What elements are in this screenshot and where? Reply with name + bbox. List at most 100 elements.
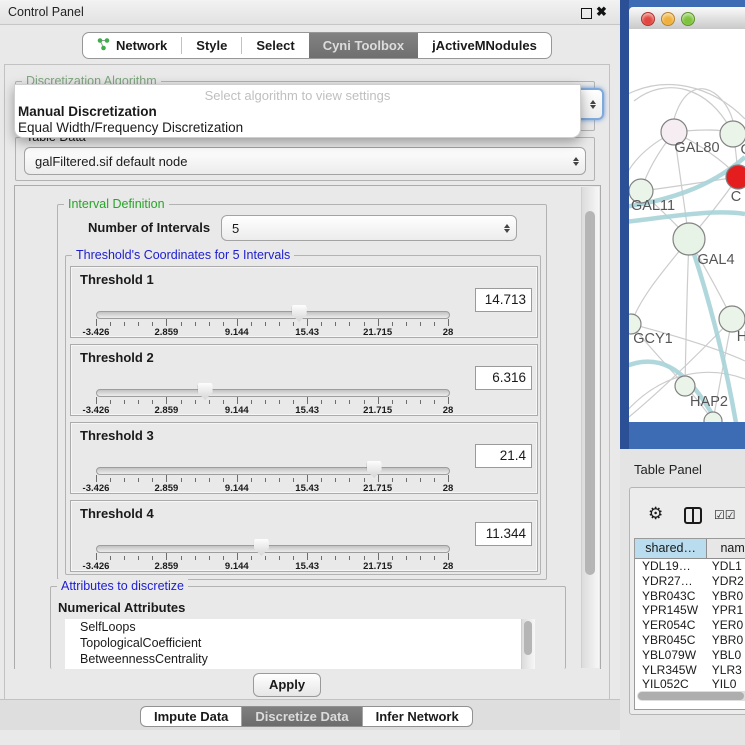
- table-horizontal-scrollbar[interactable]: [637, 691, 745, 701]
- dropdown-placeholder-item[interactable]: Select algorithm to view settings: [15, 88, 580, 103]
- tab-select[interactable]: Select: [242, 33, 308, 58]
- slider-tick: [166, 475, 167, 482]
- slider-tick-label: 2.859: [155, 405, 179, 416]
- float-window-icon[interactable]: [581, 8, 592, 19]
- slider-tick-label: -3.426: [83, 561, 110, 572]
- slider-track[interactable]: [96, 311, 450, 319]
- network-node[interactable]: [675, 376, 695, 396]
- slider-tick: [378, 553, 379, 560]
- slider-tick: [321, 478, 322, 482]
- slider-tick-label: 9.144: [225, 483, 249, 494]
- attributes-group: Attributes to discretize Numerical Attri…: [50, 586, 566, 669]
- column-header-name[interactable]: name: [707, 539, 745, 558]
- tab-network[interactable]: Network: [83, 33, 181, 58]
- table-row[interactable]: YBL079WYBL0: [635, 648, 745, 663]
- table-row[interactable]: YIL052CYIL0: [635, 677, 745, 689]
- slider-tick: [223, 322, 224, 326]
- slider-thumb[interactable]: [292, 305, 307, 322]
- slider-tick: [124, 322, 125, 326]
- dropdown-arrows-icon: [584, 100, 602, 109]
- table-row[interactable]: YLR345WYLR3: [635, 663, 745, 678]
- slider-tick: [110, 322, 111, 326]
- slider-tick: [195, 400, 196, 404]
- table-row[interactable]: YDL19…YDL1: [635, 559, 745, 574]
- attributes-group-title: Attributes to discretize: [57, 579, 188, 593]
- network-node[interactable]: [704, 412, 722, 422]
- attribute-list-item[interactable]: TopologicalCoefficient: [65, 635, 521, 651]
- tab-style[interactable]: Style: [182, 33, 241, 58]
- panel-scrollbar-thumb[interactable]: [585, 211, 595, 575]
- slider-tick: [293, 400, 294, 404]
- table-row[interactable]: YBR043CYBR0: [635, 589, 745, 604]
- slider-tick: [448, 319, 449, 326]
- tab-infer-network[interactable]: Infer Network: [363, 707, 472, 726]
- threshold-value-field[interactable]: 6.316: [475, 366, 532, 390]
- number-of-intervals-dropdown[interactable]: 5: [221, 215, 517, 241]
- slider-tick: [265, 556, 266, 560]
- slider-thumb[interactable]: [367, 461, 382, 478]
- threshold-value-field[interactable]: 14.713: [475, 288, 532, 312]
- slider-tick-label: 21.715: [363, 561, 392, 572]
- slider-tick: [335, 478, 336, 482]
- slider-tick: [265, 478, 266, 482]
- network-canvas[interactable]: GAL80GACGAL11GAL4GCY1HHAP2: [629, 29, 745, 422]
- slider-thumb[interactable]: [254, 539, 269, 556]
- attributes-list-scrollbar[interactable]: [521, 619, 535, 669]
- table-row[interactable]: YBR045CYBR0: [635, 633, 745, 648]
- slider-tick: [349, 478, 350, 482]
- slider-tick: [138, 478, 139, 482]
- close-icon[interactable]: ✖: [596, 4, 607, 20]
- dropdown-option-equal-width[interactable]: Equal Width/Frequency Discretization: [18, 120, 243, 135]
- network-edge-highlighted[interactable]: [629, 362, 717, 422]
- zoom-traffic-light[interactable]: [681, 12, 695, 26]
- slider-tick: [406, 322, 407, 326]
- cell-name: YER0: [707, 618, 745, 633]
- apply-button[interactable]: Apply: [253, 673, 321, 697]
- tab-cyni-toolbox[interactable]: Cyni Toolbox: [309, 33, 418, 58]
- columns-icon[interactable]: [684, 507, 702, 524]
- gear-icon[interactable]: ⚙: [648, 504, 663, 524]
- network-node[interactable]: [726, 165, 745, 189]
- table-data-dropdown[interactable]: galFiltered.sif default node: [24, 147, 586, 175]
- node-table: shared… name YDL19…YDL1YDR27…YDR2YBR043C…: [634, 538, 745, 710]
- network-node[interactable]: [673, 223, 705, 255]
- minimize-traffic-light[interactable]: [661, 12, 675, 26]
- cell-name: YDL1: [707, 559, 745, 574]
- tab-discretize-data[interactable]: Discretize Data: [242, 707, 362, 726]
- slider-track[interactable]: [96, 389, 450, 397]
- table-row[interactable]: YDR27…YDR2: [635, 574, 745, 589]
- slider-tick: [124, 556, 125, 560]
- threshold-label: Threshold 3: [80, 428, 154, 443]
- tab-impute-data[interactable]: Impute Data: [141, 707, 242, 726]
- threshold-panel: Threshold 1-3.4262.8599.14415.4321.71528…: [70, 266, 538, 338]
- attributes-scrollbar-thumb[interactable]: [524, 621, 532, 655]
- close-traffic-light[interactable]: [641, 12, 655, 26]
- slider-tick: [138, 400, 139, 404]
- slider-tick: [195, 478, 196, 482]
- attribute-list-item[interactable]: BetweennessCentrality: [65, 651, 521, 667]
- threshold-panel: Threshold 4-3.4262.8599.14415.4321.71528…: [70, 500, 538, 572]
- slider-tick: [420, 556, 421, 560]
- table-data-dropdown-value: galFiltered.sif default node: [25, 154, 567, 169]
- threshold-value-field[interactable]: 11.344: [475, 522, 532, 546]
- column-header-shared-name[interactable]: shared…: [635, 539, 707, 558]
- attribute-list-item[interactable]: SelfLoops: [65, 619, 521, 635]
- checkbox-icons[interactable]: ☑☑: [714, 508, 736, 522]
- slider-track[interactable]: [96, 467, 450, 475]
- threshold-value-field[interactable]: 21.4: [475, 444, 532, 468]
- slider-tick: [293, 322, 294, 326]
- panel-scrollbar[interactable]: [581, 187, 599, 668]
- hscrollbar-thumb[interactable]: [638, 692, 744, 700]
- table-row[interactable]: YER054CYER0: [635, 618, 745, 633]
- slider-thumb[interactable]: [198, 383, 213, 400]
- slider-tick: [251, 556, 252, 560]
- network-edge[interactable]: [674, 89, 733, 121]
- slider-track[interactable]: [96, 545, 450, 553]
- slider-tick: [152, 400, 153, 404]
- slider-tick-label: 15.43: [295, 405, 319, 416]
- dropdown-option-manual[interactable]: Manual Discretization: [18, 104, 157, 119]
- table-row[interactable]: YPR145WYPR1: [635, 603, 745, 618]
- tab-jactivemnodules[interactable]: jActiveMNodules: [418, 33, 551, 58]
- slider-tick: [307, 553, 308, 560]
- slider-tick-label: 28: [443, 483, 454, 494]
